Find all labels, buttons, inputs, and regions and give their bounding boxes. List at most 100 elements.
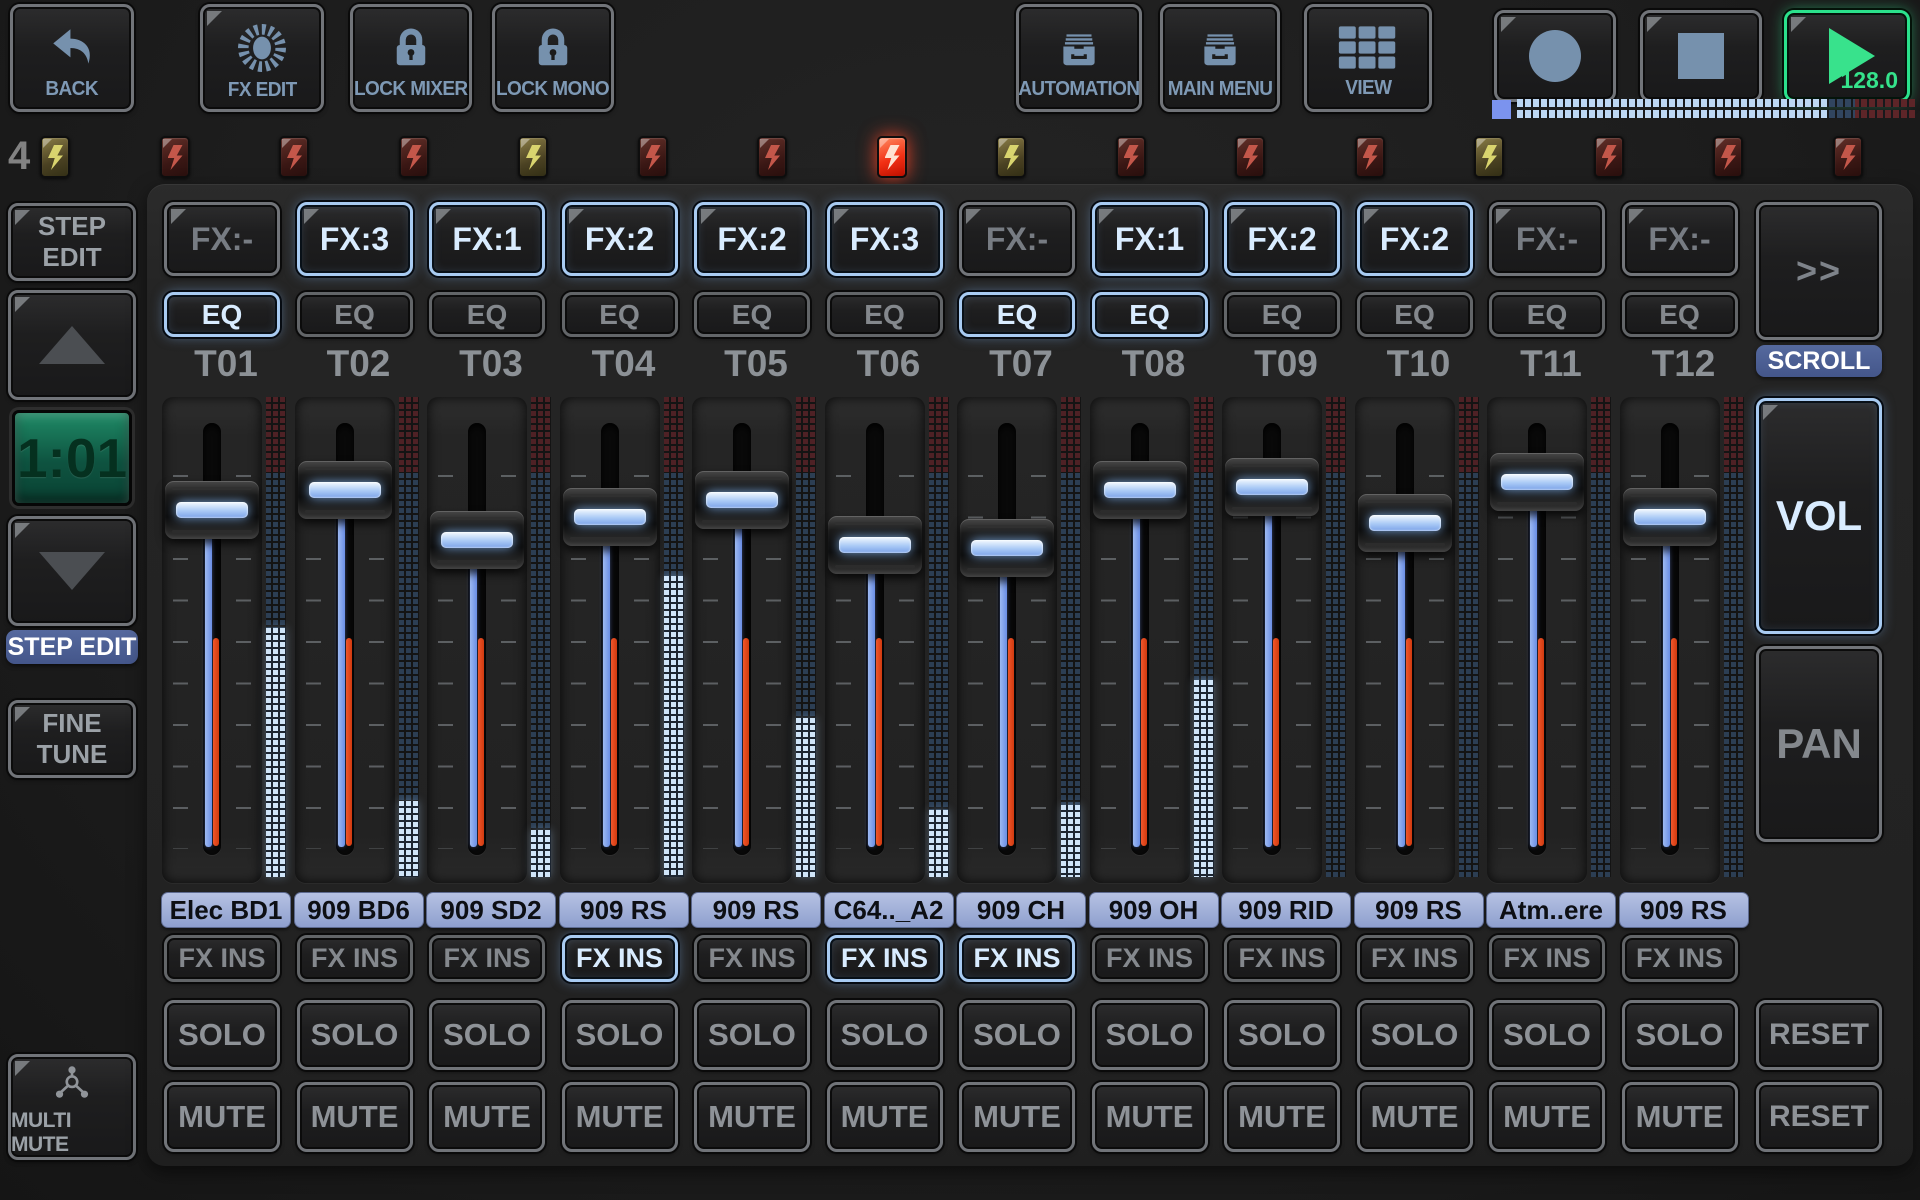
fx-slot-button[interactable]: FX:2	[694, 202, 810, 276]
sample-name-chip[interactable]: Atm..ere	[1486, 892, 1616, 928]
volume-fader[interactable]	[692, 397, 792, 883]
fx-insert-button[interactable]: FX INS	[1357, 935, 1473, 982]
step-pad[interactable]	[757, 136, 787, 178]
step-pad[interactable]	[1474, 136, 1504, 178]
reset-mute-button[interactable]: RESET	[1756, 1082, 1882, 1152]
fx-slot-button[interactable]: FX:-	[1622, 202, 1738, 276]
eq-button[interactable]: EQ	[1357, 292, 1473, 337]
step-pad[interactable]	[1713, 136, 1743, 178]
eq-button[interactable]: EQ	[694, 292, 810, 337]
volume-fader[interactable]	[957, 397, 1057, 883]
mute-button[interactable]: MUTE	[694, 1082, 810, 1152]
step-up-button[interactable]	[8, 290, 136, 400]
sample-name-chip[interactable]: 909 RS	[691, 892, 821, 928]
fader-cap[interactable]	[960, 519, 1054, 577]
fx-slot-button[interactable]: FX:-	[959, 202, 1075, 276]
sample-name-chip[interactable]: 909 CH	[956, 892, 1086, 928]
mute-button[interactable]: MUTE	[827, 1082, 943, 1152]
lock-mixer-button[interactable]: LOCK MIXER	[350, 4, 472, 112]
fx-insert-button[interactable]: FX INS	[1622, 935, 1738, 982]
volume-fader[interactable]	[1355, 397, 1455, 883]
fader-cap[interactable]	[430, 511, 524, 569]
fader-cap[interactable]	[1093, 461, 1187, 519]
eq-button[interactable]: EQ	[1092, 292, 1208, 337]
solo-button[interactable]: SOLO	[164, 1000, 280, 1070]
fader-cap[interactable]	[695, 471, 789, 529]
sample-name-chip[interactable]: 909 RID	[1221, 892, 1351, 928]
fx-insert-button[interactable]: FX INS	[1489, 935, 1605, 982]
solo-button[interactable]: SOLO	[297, 1000, 413, 1070]
step-pad[interactable]	[1594, 136, 1624, 178]
reset-solo-button[interactable]: RESET	[1756, 1000, 1882, 1070]
fx-insert-button[interactable]: FX INS	[1224, 935, 1340, 982]
volume-fader[interactable]	[1487, 397, 1587, 883]
volume-fader[interactable]	[1620, 397, 1720, 883]
mute-button[interactable]: MUTE	[1622, 1082, 1738, 1152]
step-down-button[interactable]	[8, 516, 136, 626]
solo-button[interactable]: SOLO	[1092, 1000, 1208, 1070]
fx-edit-button[interactable]: FX EDIT	[200, 4, 324, 112]
step-edit-button[interactable]: STEP EDIT	[8, 203, 136, 281]
solo-button[interactable]: SOLO	[827, 1000, 943, 1070]
step-pad[interactable]	[996, 136, 1026, 178]
step-pad[interactable]	[1355, 136, 1385, 178]
sample-name-chip[interactable]: C64.._A2	[824, 892, 954, 928]
fx-insert-button[interactable]: FX INS	[1092, 935, 1208, 982]
sample-name-chip[interactable]: 909 BD6	[294, 892, 424, 928]
sample-name-chip[interactable]: 909 RS	[559, 892, 689, 928]
fx-slot-button[interactable]: FX:3	[827, 202, 943, 276]
volume-fader[interactable]	[162, 397, 262, 883]
eq-button[interactable]: EQ	[429, 292, 545, 337]
multi-mute-button[interactable]: MULTI MUTE	[8, 1054, 136, 1160]
volume-fader[interactable]	[295, 397, 395, 883]
record-button[interactable]	[1494, 10, 1616, 102]
pan-mode-button[interactable]: PAN	[1756, 646, 1882, 842]
fx-slot-button[interactable]: FX:2	[1224, 202, 1340, 276]
fx-slot-button[interactable]: FX:-	[164, 202, 280, 276]
step-pad[interactable]	[638, 136, 668, 178]
scroll-right-button[interactable]: >>	[1756, 202, 1882, 340]
stop-button[interactable]	[1640, 10, 1762, 102]
mute-button[interactable]: MUTE	[1357, 1082, 1473, 1152]
fader-cap[interactable]	[563, 488, 657, 546]
step-pad[interactable]	[1235, 136, 1265, 178]
view-button[interactable]: VIEW	[1304, 4, 1432, 112]
back-button[interactable]: BACK	[10, 4, 134, 112]
fine-tune-button[interactable]: FINE TUNE	[8, 700, 136, 778]
eq-button[interactable]: EQ	[959, 292, 1075, 337]
eq-button[interactable]: EQ	[1489, 292, 1605, 337]
sample-name-chip[interactable]: 909 OH	[1089, 892, 1219, 928]
mute-button[interactable]: MUTE	[1092, 1082, 1208, 1152]
fx-insert-button[interactable]: FX INS	[562, 935, 678, 982]
volume-fader[interactable]	[1222, 397, 1322, 883]
sample-name-chip[interactable]: 909 SD2	[426, 892, 556, 928]
mute-button[interactable]: MUTE	[959, 1082, 1075, 1152]
fader-cap[interactable]	[1623, 488, 1717, 546]
fx-insert-button[interactable]: FX INS	[694, 935, 810, 982]
mute-button[interactable]: MUTE	[297, 1082, 413, 1152]
fx-slot-button[interactable]: FX:3	[297, 202, 413, 276]
solo-button[interactable]: SOLO	[694, 1000, 810, 1070]
step-pad[interactable]	[279, 136, 309, 178]
volume-fader[interactable]	[560, 397, 660, 883]
fx-insert-button[interactable]: FX INS	[959, 935, 1075, 982]
eq-button[interactable]: EQ	[164, 292, 280, 337]
fader-cap[interactable]	[298, 461, 392, 519]
fx-slot-button[interactable]: FX:2	[562, 202, 678, 276]
vol-mode-button[interactable]: VOL	[1756, 398, 1882, 634]
solo-button[interactable]: SOLO	[959, 1000, 1075, 1070]
step-pad[interactable]	[1116, 136, 1146, 178]
eq-button[interactable]: EQ	[1622, 292, 1738, 337]
solo-button[interactable]: SOLO	[562, 1000, 678, 1070]
step-pad[interactable]	[160, 136, 190, 178]
fx-insert-button[interactable]: FX INS	[164, 935, 280, 982]
play-button[interactable]: 128.0	[1784, 10, 1910, 102]
solo-button[interactable]: SOLO	[1489, 1000, 1605, 1070]
mute-button[interactable]: MUTE	[164, 1082, 280, 1152]
fader-cap[interactable]	[1358, 494, 1452, 552]
main-menu-button[interactable]: MAIN MENU	[1160, 4, 1280, 112]
lock-mono-button[interactable]: LOCK MONO	[492, 4, 614, 112]
volume-fader[interactable]	[427, 397, 527, 883]
solo-button[interactable]: SOLO	[429, 1000, 545, 1070]
step-pad[interactable]	[518, 136, 548, 178]
